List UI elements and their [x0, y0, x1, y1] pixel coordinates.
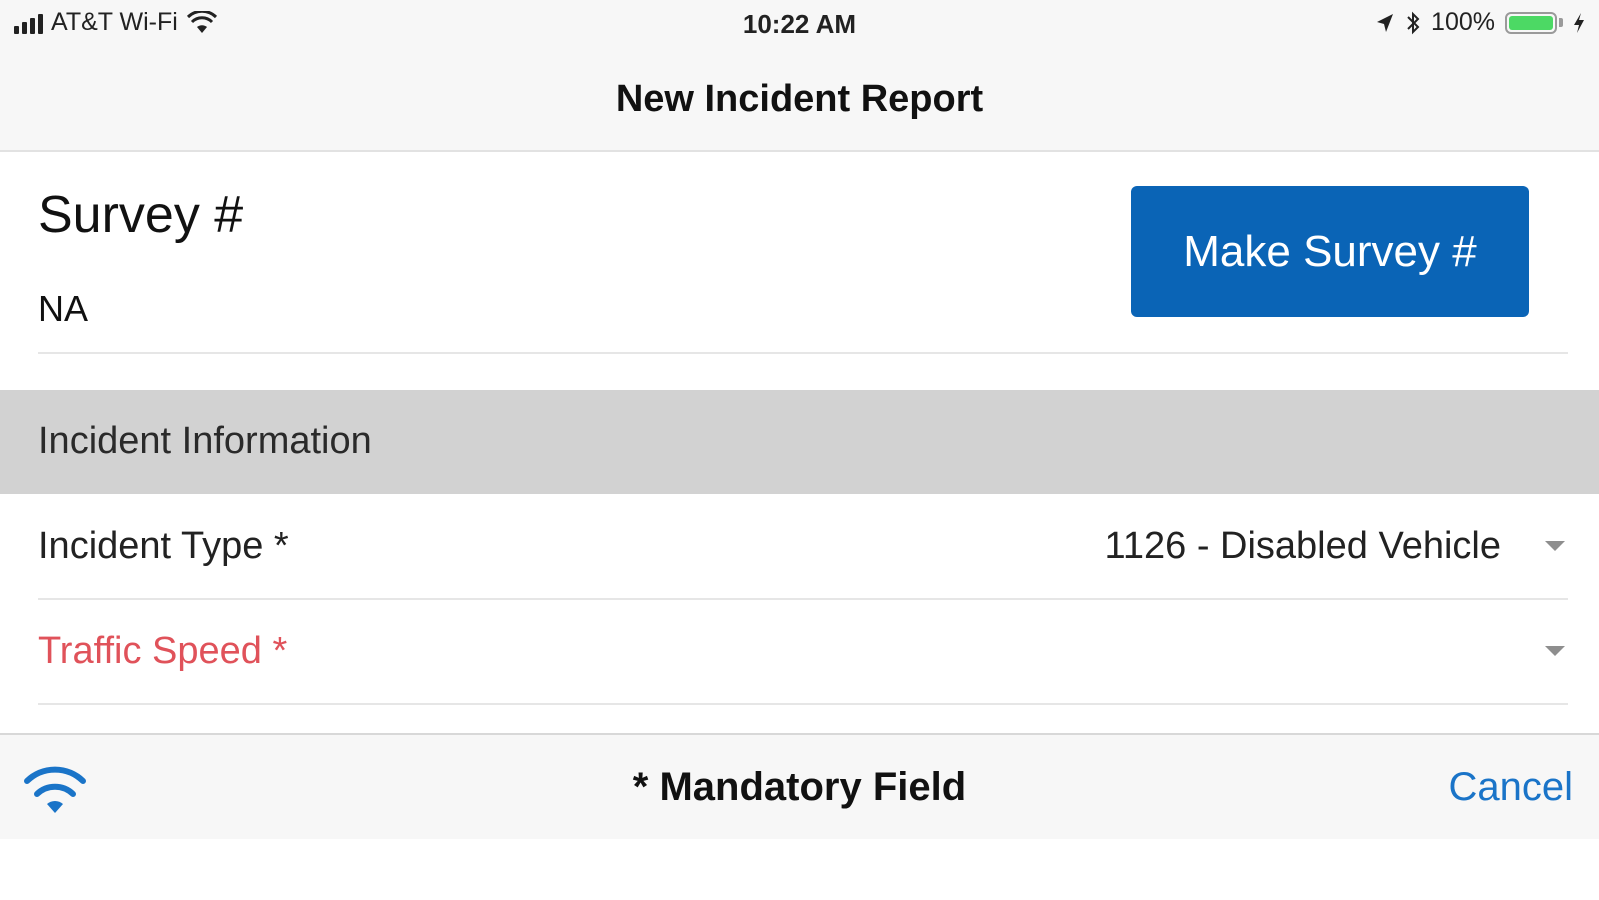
- traffic-speed-label: Traffic Speed *: [38, 630, 288, 672]
- status-right: 100%: [1375, 8, 1585, 37]
- survey-title: Survey #: [38, 186, 244, 244]
- page-title: New Incident Report: [615, 78, 984, 120]
- battery-icon: [1505, 11, 1557, 34]
- section-header-label: Incident Information: [38, 420, 372, 462]
- cancel-button[interactable]: Cancel: [1448, 765, 1573, 810]
- bluetooth-icon: [1407, 11, 1420, 34]
- survey-divider: [38, 352, 1568, 354]
- make-survey-button[interactable]: Make Survey #: [1131, 186, 1529, 317]
- section-header: Incident Information: [0, 390, 1599, 494]
- incident-type-label: Incident Type *: [38, 525, 289, 567]
- mandatory-field-note: * Mandatory Field: [632, 765, 967, 809]
- chevron-down-icon: [1545, 541, 1565, 551]
- bottom-toolbar: * Mandatory Field Cancel: [0, 733, 1599, 839]
- battery-percent: 100%: [1431, 8, 1495, 36]
- traffic-speed-row[interactable]: Traffic Speed *: [0, 600, 1599, 704]
- chevron-down-icon: [1545, 646, 1565, 656]
- navigation-bar: New Incident Report: [0, 50, 1599, 152]
- status-bar: AT&T Wi-Fi 10:22 AM 100%: [0, 0, 1599, 50]
- survey-number-value: NA: [38, 288, 89, 329]
- row-divider: [38, 703, 1568, 705]
- charging-bolt-icon: [1574, 12, 1584, 33]
- incident-type-row[interactable]: Incident Type * 1126 - Disabled Vehicle: [0, 495, 1599, 599]
- incident-type-value: 1126 - Disabled Vehicle: [1104, 525, 1501, 567]
- battery-tip: [1559, 18, 1563, 27]
- location-arrow-icon: [1377, 13, 1394, 32]
- status-time: 10:22 AM: [742, 9, 857, 39]
